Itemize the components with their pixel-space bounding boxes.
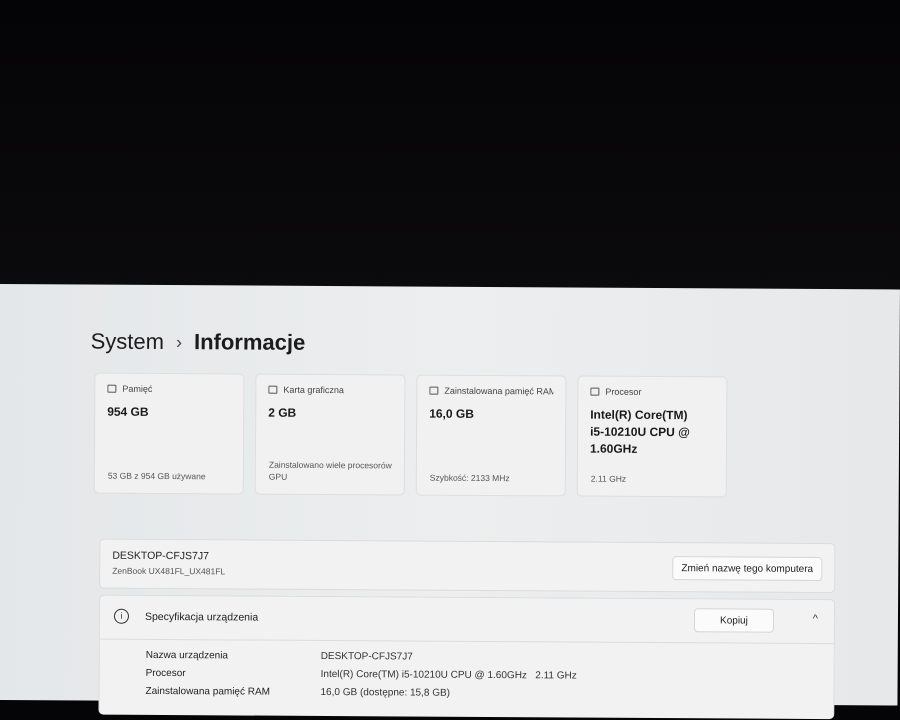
card-footer: Szybkość: 2133 MHz: [429, 472, 510, 484]
card-label: Karta graficzna: [283, 384, 344, 396]
processor-icon: [590, 387, 600, 396]
spec-row: Zainstalowana pamięć RAM 16,0 GB (dostęp…: [145, 685, 450, 699]
breadcrumb-system[interactable]: System: [91, 329, 165, 355]
breadcrumb: System › Informacje: [91, 329, 306, 356]
chevron-right-icon: ›: [175, 331, 183, 352]
page-title: Informacje: [193, 329, 306, 355]
storage-icon: [107, 384, 117, 393]
device-name: DESKTOP-CFJS7J7: [112, 549, 210, 563]
spec-label: Nazwa urządzenia: [145, 649, 229, 662]
spec-value: Intel(R) Core(TM) i5-10210U CPU @ 1.60GH…: [320, 668, 577, 682]
card-value: 2 GB: [268, 405, 297, 420]
card-label: Pamięć: [122, 383, 153, 394]
rename-pc-button[interactable]: Zmień nazwę tego komputera: [672, 556, 823, 582]
card-value: Intel(R) Core(TM) i5-10210U CPU @ 1.60GH…: [589, 407, 690, 456]
card-footer: Zainstalowano wiele procesorów GPU: [268, 459, 392, 482]
card-gpu: Karta graficzna 2 GB Zainstalowano wiele…: [254, 373, 406, 496]
spec-row: Nazwa urządzenia DESKTOP-CFJS7J7: [145, 649, 413, 663]
card-footer: 2.11 GHz: [590, 473, 627, 484]
device-specs-panel: i Specyfikacja urządzenia Kopiuj ^ Nazwa…: [98, 594, 836, 720]
copy-button[interactable]: Kopiuj: [693, 608, 775, 633]
card-label: Procesor: [605, 386, 642, 397]
card-footer: 53 GB z 954 GB używane: [107, 470, 206, 482]
spec-value: 16,0 GB (dostępne: 15,8 GB): [320, 686, 451, 699]
card-value: 16,0 GB: [429, 406, 474, 421]
spec-label: Procesor: [145, 667, 186, 680]
specs-title: Specyfikacja urządzenia: [144, 610, 259, 624]
card-processor: Procesor Intel(R) Core(TM) i5-10210U CPU…: [576, 375, 728, 498]
spec-value: DESKTOP-CFJS7J7: [320, 650, 413, 663]
card-ram: Zainstalowana pamięć RAM 16,0 GB Szybkoś…: [415, 374, 567, 497]
specs-header[interactable]: i Specyfikacja urządzenia Kopiuj ^: [99, 595, 835, 645]
spec-row: Procesor Intel(R) Core(TM) i5-10210U CPU…: [145, 667, 577, 682]
chevron-up-icon[interactable]: ^: [813, 613, 818, 625]
summary-cards: Pamięć 954 GB 53 GB z 954 GB używane Kar…: [93, 372, 728, 498]
settings-window: System › Informacje Pamięć 954 GB 53 GB …: [0, 284, 900, 720]
gpu-icon: [268, 385, 278, 394]
card-label: Zainstalowana pamięć RAM: [444, 385, 554, 397]
card-value: 954 GB: [107, 404, 149, 419]
monitor-bezel: [0, 0, 900, 290]
info-icon: i: [113, 608, 130, 624]
spec-label: Zainstalowana pamięć RAM: [145, 685, 271, 698]
ram-icon: [429, 386, 439, 395]
card-storage: Pamięć 954 GB 53 GB z 954 GB używane: [93, 372, 245, 495]
device-model: ZenBook UX481FL_UX481FL: [112, 565, 226, 577]
device-name-panel: DESKTOP-CFJS7J7 ZenBook UX481FL_UX481FL …: [99, 538, 836, 594]
